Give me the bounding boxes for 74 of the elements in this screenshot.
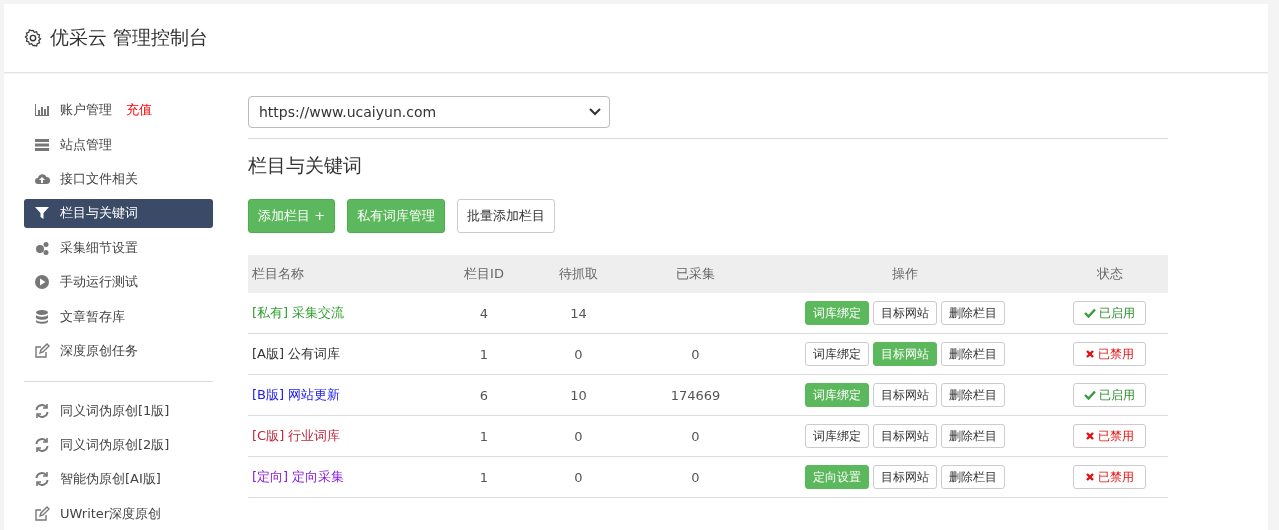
table-cell: 1: [443, 415, 525, 457]
table-cell: 0: [525, 456, 632, 498]
status-button[interactable]: 已启用: [1073, 383, 1146, 407]
status-button[interactable]: 已启用: [1073, 301, 1146, 325]
sidebar-item[interactable]: 栏目与关键词: [24, 199, 213, 228]
table-cell: 0: [691, 469, 700, 485]
table-cell: [A版] 公有词库: [248, 333, 443, 375]
sidebar-item[interactable]: 接口文件相关: [24, 164, 213, 194]
bar-chart-icon: [34, 102, 50, 119]
sidebar-item[interactable]: 文章暂存库: [24, 302, 213, 331]
settings-icon: [24, 29, 42, 47]
column-header: 待抓取: [525, 255, 632, 293]
column-header: 操作: [759, 255, 1051, 293]
row-action-button[interactable]: 删除栏目: [941, 342, 1005, 366]
sidebar-item[interactable]: 采集细节设置: [24, 233, 213, 263]
close-icon: [1085, 431, 1095, 441]
sidebar-item[interactable]: 账户管理 充值: [24, 96, 213, 125]
status-button[interactable]: 已禁用: [1073, 424, 1146, 448]
table-cell: 14: [525, 293, 632, 334]
refresh-icon: [34, 471, 50, 488]
column-header: 已采集: [632, 255, 759, 293]
server-icon: [34, 136, 50, 153]
filter-icon: [34, 205, 50, 222]
table-cell: 1: [443, 456, 525, 498]
close-icon: [1085, 472, 1095, 482]
sidebar-item[interactable]: UWriter深度原创: [24, 499, 213, 529]
table-cell: 4: [443, 293, 525, 334]
table-cell: 1: [443, 333, 525, 375]
database-icon: [34, 308, 50, 325]
sidebar-item[interactable]: 同义词伪原创[2版]: [24, 430, 213, 460]
row-action-button[interactable]: 词库绑定: [805, 424, 869, 448]
refresh-icon: [34, 402, 50, 419]
table-cell: 0: [525, 333, 632, 375]
row-action-button[interactable]: 删除栏目: [941, 465, 1005, 489]
table-cell: 10: [525, 374, 632, 416]
check-icon: [1084, 390, 1096, 400]
table-cell: [定向] 定向采集: [248, 456, 443, 498]
edit-icon: [34, 343, 50, 360]
row-action-button[interactable]: 删除栏目: [941, 424, 1005, 448]
sidebar-item[interactable]: 站点管理: [24, 130, 213, 159]
table-cell: 174669: [670, 387, 721, 403]
status-button[interactable]: 已禁用: [1073, 465, 1146, 489]
row-action-button[interactable]: 目标网站: [873, 301, 937, 325]
row-action-button[interactable]: 目标网站: [873, 424, 937, 448]
row-action-button[interactable]: 删除栏目: [941, 383, 1005, 407]
table-cell: 0: [525, 415, 632, 457]
column-header: 状态: [1051, 255, 1168, 293]
site-select[interactable]: https://www.ucaiyun.com: [248, 96, 610, 128]
sidebar-item[interactable]: 手动运行测试: [24, 268, 213, 297]
play-icon: [34, 274, 50, 291]
row-action-button[interactable]: 删除栏目: [941, 301, 1005, 325]
sidebar-item[interactable]: 同义词伪原创[1版]: [24, 396, 213, 425]
refresh-icon: [34, 437, 50, 453]
section-title: 栏目与关键词: [248, 153, 363, 178]
action-button[interactable]: 批量添加栏目: [457, 199, 556, 233]
table-cell: 0: [691, 346, 700, 362]
check-icon: [1084, 308, 1096, 318]
sidebar-item[interactable]: 深度原创任务: [24, 336, 213, 366]
table-cell: 6: [443, 374, 525, 416]
sidebar-item[interactable]: 智能伪原创[AI版]: [24, 465, 213, 494]
table-cell: 0: [691, 428, 700, 444]
status-button[interactable]: 已禁用: [1073, 342, 1146, 366]
console-title: 优采云 管理控制台: [50, 25, 209, 50]
row-action-button[interactable]: 词库绑定: [805, 342, 869, 366]
table-cell: [B版] 网站更新: [248, 374, 443, 416]
chevron-down-icon: [589, 108, 601, 116]
column-header: 栏目ID: [443, 255, 525, 293]
table-cell: [C版] 行业词库: [248, 415, 443, 457]
column-header: 栏目名称: [248, 255, 443, 293]
close-icon: [1085, 349, 1095, 359]
row-action-button[interactable]: 目标网站: [873, 383, 937, 407]
row-action-button[interactable]: 目标网站: [873, 465, 937, 489]
table-cell: [私有] 采集交流: [248, 293, 443, 334]
edit-icon: [34, 505, 50, 522]
